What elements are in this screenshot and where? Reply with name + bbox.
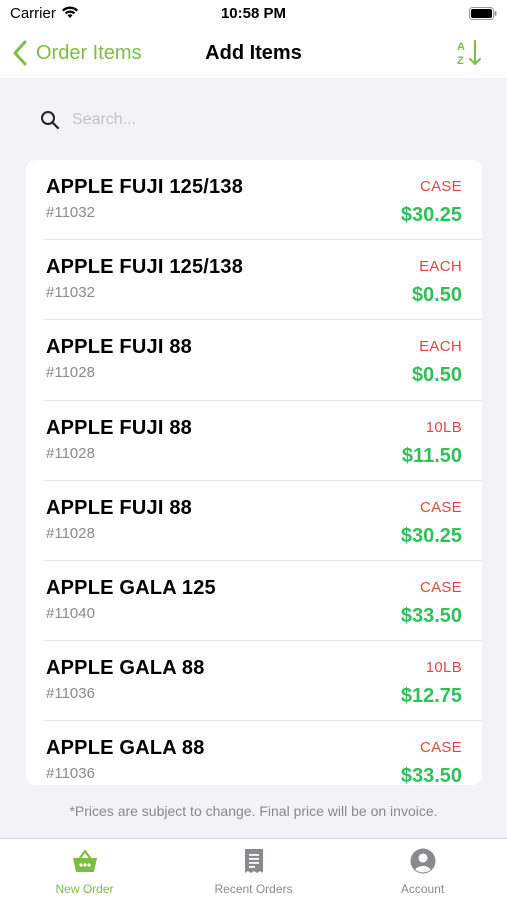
page-title: Add Items xyxy=(205,42,302,64)
receipt-icon xyxy=(244,849,263,873)
price-disclaimer: *Prices are subject to change. Final pri… xyxy=(69,803,438,819)
item-name: APPLE GALA 125 xyxy=(46,576,216,599)
item-price: $0.50 xyxy=(411,364,462,387)
item-price: $33.50 xyxy=(400,604,462,627)
list-item[interactable]: APPLE FUJI 125/138 #11032 EACH $0.50 xyxy=(44,240,482,321)
item-sku: #11032 xyxy=(46,204,95,221)
battery-icon xyxy=(469,7,497,20)
item-price: $33.50 xyxy=(400,765,462,785)
item-price: $0.50 xyxy=(411,284,462,307)
nav-bar: Order Items Add Items A Z xyxy=(0,28,507,78)
item-unit: CASE xyxy=(419,578,462,596)
item-price: $30.25 xyxy=(400,524,462,547)
item-unit: EACH xyxy=(419,338,462,356)
item-unit: CASE xyxy=(419,498,462,516)
item-name: APPLE FUJI 88 xyxy=(46,416,192,439)
item-name: APPLE GALA 88 xyxy=(46,657,205,680)
item-sku: #11036 xyxy=(46,765,95,783)
item-sku: #11036 xyxy=(46,685,95,703)
status-bar: Carrier 10:58 PM xyxy=(0,0,507,28)
screen: Carrier 10:58 PM Order Items Add Items A… xyxy=(0,0,507,900)
list-item[interactable]: APPLE FUJI 88 #11028 EACH $0.50 xyxy=(44,320,482,401)
item-sku: #11028 xyxy=(46,444,95,462)
item-price: $11.50 xyxy=(401,444,462,467)
list-item[interactable]: APPLE FUJI 88 #11028 10LB $11.50 xyxy=(44,401,482,481)
tab-new-order[interactable]: New Order xyxy=(0,839,169,900)
tab-label: Recent Orders xyxy=(214,882,293,896)
item-unit: 10LB xyxy=(425,418,462,436)
item-name: APPLE FUJI 125/138 xyxy=(46,176,244,198)
item-price: $30.25 xyxy=(400,204,462,226)
tab-account[interactable]: Account xyxy=(338,839,507,900)
search-input[interactable] xyxy=(72,111,482,129)
item-unit: 10LB xyxy=(425,659,462,677)
item-name: APPLE FUJI 125/138 xyxy=(46,256,244,279)
svg-text:A: A xyxy=(457,41,465,53)
tab-label: New Order xyxy=(55,882,114,896)
item-unit: EACH xyxy=(419,258,462,276)
list-item[interactable]: APPLE GALA 125 #11040 CASE $33.50 xyxy=(44,561,482,642)
item-price: $12.75 xyxy=(400,685,462,708)
list-item[interactable]: APPLE GALA 88 #11036 CASE $33.50 xyxy=(44,721,482,785)
list-item[interactable]: APPLE GALA 88 #11036 10LB $12.75 xyxy=(44,641,482,722)
item-name: APPLE GALA 88 xyxy=(46,737,205,760)
item-unit: CASE xyxy=(419,739,462,757)
item-sku: #11028 xyxy=(46,524,95,542)
search-icon xyxy=(41,111,60,130)
tab-recent-orders[interactable]: Recent Orders xyxy=(169,839,338,900)
item-list: APPLE FUJI 125/138 #11032 CASE $30.25 AP… xyxy=(26,160,482,785)
item-sku: #11040 xyxy=(46,604,95,622)
search-bar xyxy=(26,100,482,140)
item-sku: #11032 xyxy=(46,284,95,302)
item-sku: #11028 xyxy=(46,364,95,382)
item-unit: CASE xyxy=(419,178,462,195)
account-icon xyxy=(410,848,435,874)
svg-text:Z: Z xyxy=(457,55,464,67)
tab-bar: New Order Recent Orders Account xyxy=(0,838,507,900)
sort-a-z-icon[interactable]: A Z xyxy=(455,38,485,68)
tab-label: Account xyxy=(400,882,445,896)
status-time: 10:58 PM xyxy=(220,5,287,22)
list-item[interactable]: APPLE FUJI 125/138 #11032 CASE $30.25 xyxy=(44,160,482,241)
list-item[interactable]: APPLE FUJI 88 #11028 CASE $30.25 xyxy=(44,481,482,561)
basket-icon xyxy=(72,849,97,872)
item-name: APPLE FUJI 88 xyxy=(46,336,192,359)
item-name: APPLE FUJI 88 xyxy=(46,496,192,519)
